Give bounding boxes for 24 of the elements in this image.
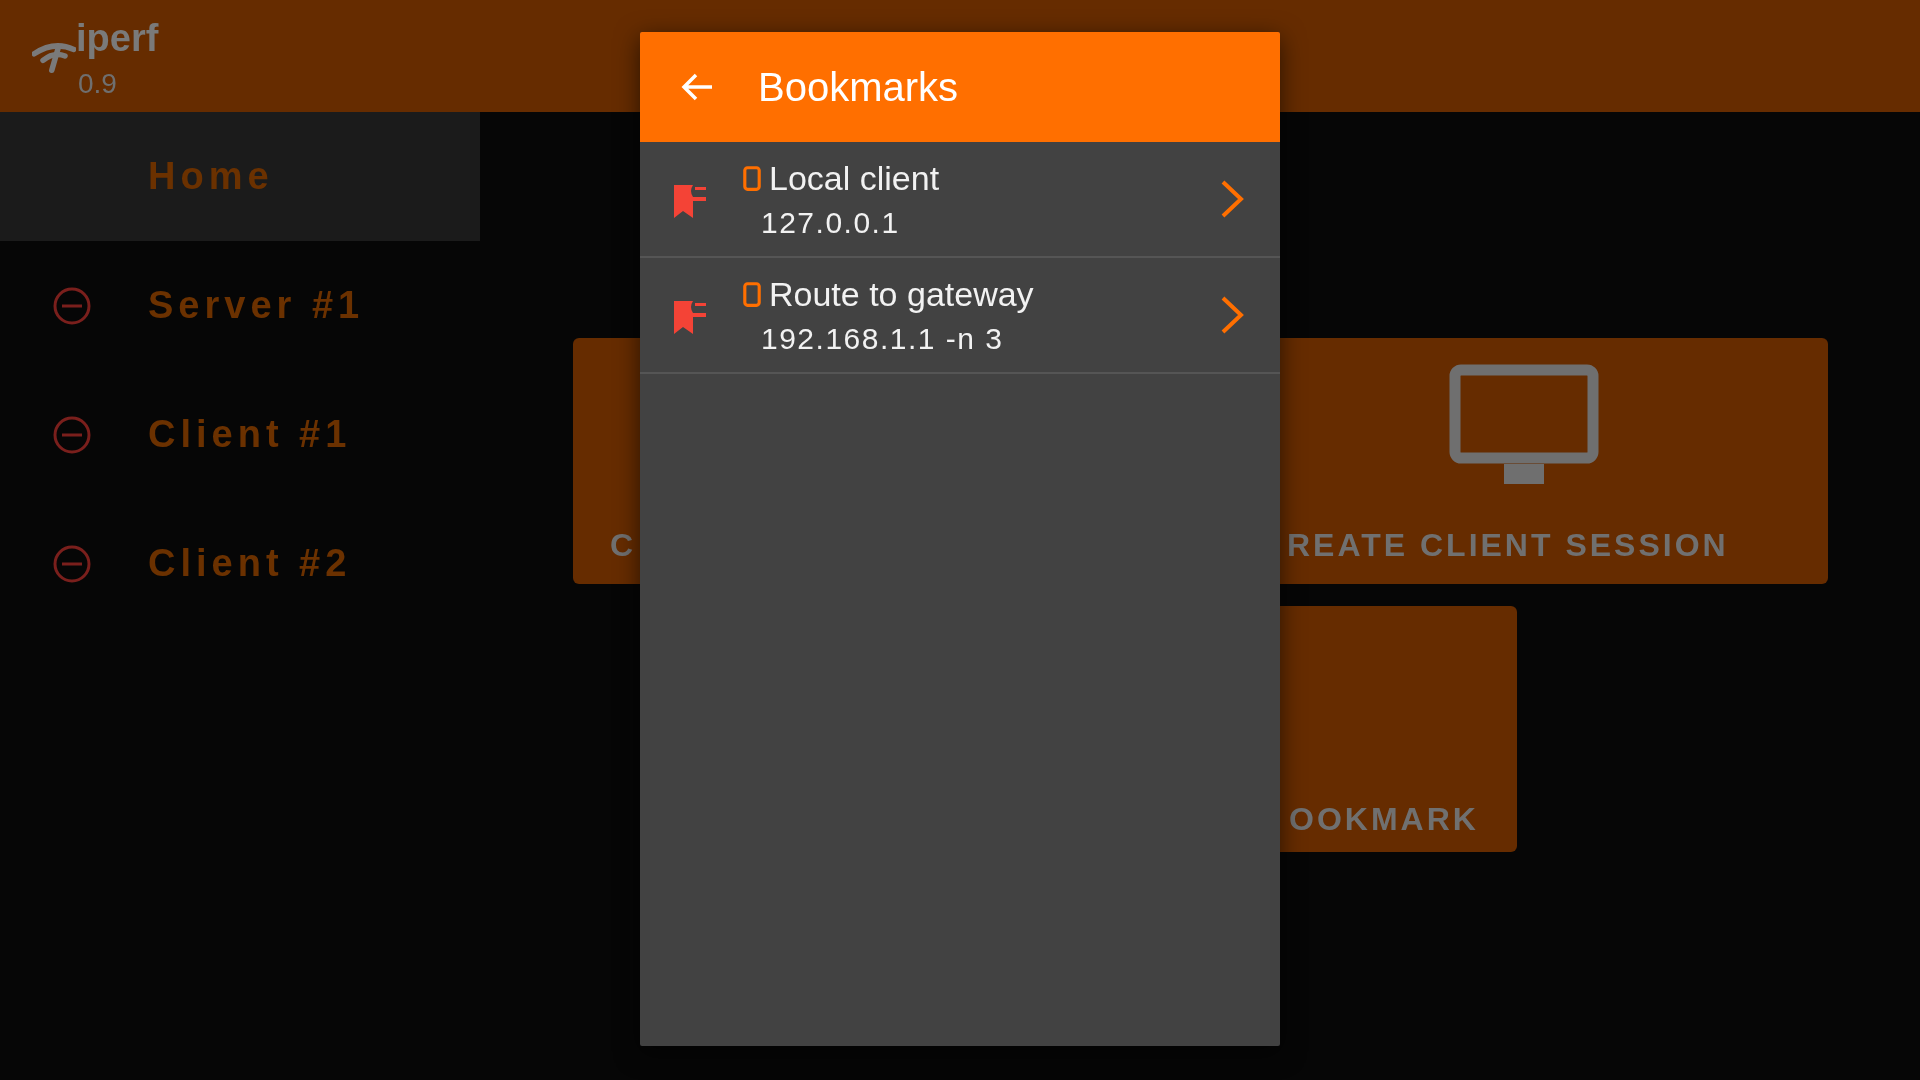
- app-version: 0.9: [78, 67, 118, 101]
- bookmark-name: Route to gateway: [769, 274, 1034, 314]
- sidebar-item[interactable]: Server #1: [0, 241, 480, 370]
- sidebar-item[interactable]: Client #2: [0, 499, 480, 628]
- minus-circle-icon: [52, 543, 92, 584]
- app-title: iperf: [76, 18, 159, 58]
- bookmark-item[interactable]: Local client 127.0.0.1: [640, 142, 1280, 258]
- sidebar-item[interactable]: Home: [0, 112, 480, 241]
- bookmark-address: 192.168.1.1 -n 3: [761, 321, 1005, 356]
- bookmark-name: Local client: [769, 158, 940, 198]
- bookmark-flag-icon: [673, 299, 707, 335]
- phone-icon: [743, 280, 761, 308]
- chevron-right-icon: [1220, 179, 1244, 219]
- monitor-icon: [1449, 364, 1599, 486]
- sidebar-item[interactable]: Client #1: [0, 370, 480, 499]
- chevron-right-icon: [1220, 295, 1244, 335]
- minus-circle-icon: [52, 414, 92, 455]
- back-arrow-icon[interactable]: [680, 72, 714, 102]
- phone-icon: [743, 164, 761, 192]
- bookmark-item[interactable]: Route to gateway 192.168.1.1 -n 3: [640, 258, 1280, 374]
- bookmark-address: 127.0.0.1: [761, 205, 901, 240]
- dialog-title: Bookmarks: [758, 64, 959, 110]
- minus-circle-icon: [52, 285, 92, 326]
- bookmark-flag-icon: [673, 183, 707, 219]
